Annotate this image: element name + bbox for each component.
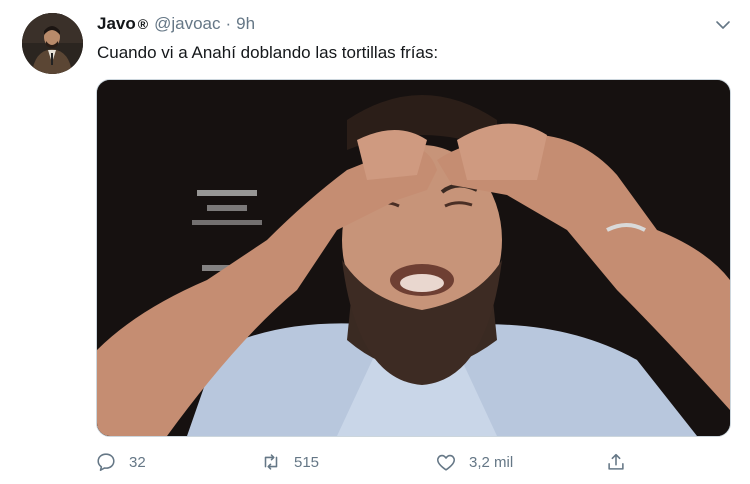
registered-mark: ®	[137, 16, 149, 32]
reply-count: 32	[129, 453, 146, 471]
avatar-photo	[22, 13, 83, 74]
like-count: 3,2 mil	[469, 453, 514, 471]
reply-icon	[97, 453, 115, 472]
tweet-header: Javo ® @javoac · 9h	[97, 12, 255, 36]
tweet-media-image[interactable]	[96, 79, 731, 437]
like-button[interactable]: 3,2 mil	[435, 448, 513, 476]
avatar[interactable]	[22, 13, 83, 74]
separator-dot: ·	[225, 14, 232, 33]
retweet-icon	[264, 454, 278, 470]
share-icon	[608, 453, 624, 470]
retweet-count: 515	[294, 453, 320, 471]
tweet-card[interactable]: Javo ® @javoac · 9h Cuando vi a Anahí do…	[0, 0, 750, 484]
reply-button[interactable]: 32	[95, 448, 146, 476]
author-name[interactable]: Javo	[97, 14, 136, 34]
heart-icon	[437, 454, 455, 471]
share-button[interactable]	[605, 448, 627, 476]
meme-photo	[97, 80, 730, 436]
author-handle[interactable]: @javoac	[154, 14, 220, 34]
retweet-button[interactable]: 515	[260, 448, 319, 476]
tweet-actions: 32 515 3,2 mil	[95, 448, 635, 476]
timestamp[interactable]: 9h	[236, 14, 255, 34]
tweet-text: Cuando vi a Anahí doblando las tortillas…	[97, 43, 439, 62]
chevron-down-icon[interactable]	[712, 14, 734, 36]
